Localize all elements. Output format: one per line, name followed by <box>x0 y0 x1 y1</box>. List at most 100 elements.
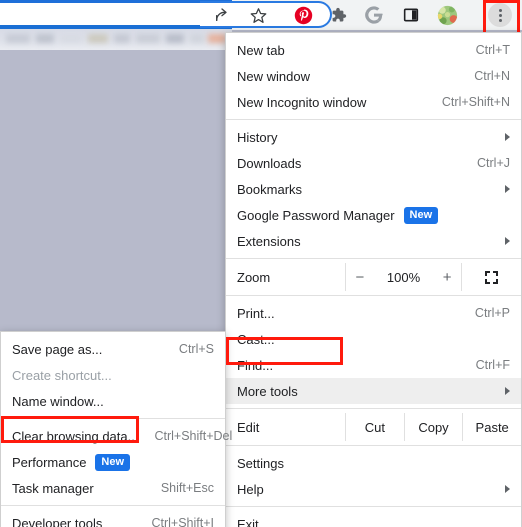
menu-item-shortcut: Ctrl+P <box>474 306 510 320</box>
menu-item-shortcut: Shift+Esc <box>160 481 214 495</box>
menu-item-label: Developer tools <box>12 515 103 527</box>
bookmark-star-icon[interactable] <box>246 3 270 27</box>
fullscreen-icon <box>485 270 498 284</box>
zoom-level-value: 100% <box>386 269 421 285</box>
zoom-controls: − 100% + <box>345 263 461 291</box>
copy-button[interactable]: Copy <box>403 413 463 441</box>
menu-item-label: Print... <box>237 305 275 321</box>
menu-item-new-tab[interactable]: New tab Ctrl+T <box>226 37 521 63</box>
menu-item-label: Performance <box>12 454 87 470</box>
menu-item-new-window[interactable]: New window Ctrl+N <box>226 63 521 89</box>
menu-item-more-tools[interactable]: More tools <box>226 378 521 404</box>
menu-item-google-password-manager[interactable]: Google Password Manager New <box>226 202 521 228</box>
new-badge: New <box>95 453 131 471</box>
menu-item-shortcut: Ctrl+Shift+N <box>441 95 510 109</box>
paste-button[interactable]: Paste <box>462 413 521 441</box>
menu-item-label: New window <box>237 68 310 84</box>
new-badge: New <box>403 206 439 224</box>
browser-toolbar <box>200 0 522 30</box>
profile-avatar-icon[interactable] <box>435 3 459 27</box>
pinterest-extension-icon[interactable] <box>291 3 315 27</box>
zoom-in-button[interactable]: + <box>440 270 454 285</box>
menu-item-downloads[interactable]: Downloads Ctrl+J <box>226 150 521 176</box>
chevron-right-icon <box>505 185 510 193</box>
menu-separator <box>226 295 521 296</box>
menu-item-exit[interactable]: Exit <box>226 511 521 527</box>
chevron-right-icon <box>505 133 510 141</box>
dot-2 <box>498 13 502 17</box>
menu-item-label: Create shortcut... <box>12 367 112 383</box>
menu-item-label: Downloads <box>237 155 302 171</box>
menu-item-label: Exit <box>237 516 259 527</box>
menu-item-label: More tools <box>237 383 298 399</box>
menu-item-label: Cast... <box>237 331 275 347</box>
extensions-puzzle-icon[interactable] <box>326 3 350 27</box>
menu-item-label: Bookmarks <box>237 181 303 197</box>
submenu-item-developer-tools[interactable]: Developer tools Ctrl+Shift+I <box>1 510 225 527</box>
menu-item-shortcut: Ctrl+F <box>475 358 510 372</box>
menu-item-edit: Edit Cut Copy Paste <box>226 413 521 441</box>
menu-item-help[interactable]: Help <box>226 476 521 502</box>
submenu-item-save-page-as[interactable]: Save page as... Ctrl+S <box>1 336 225 362</box>
menu-item-bookmarks[interactable]: Bookmarks <box>226 176 521 202</box>
chevron-right-icon <box>505 237 510 245</box>
menu-item-label: Save page as... <box>12 341 103 357</box>
google-icon[interactable] <box>362 3 386 27</box>
chrome-menu-button[interactable] <box>488 3 512 27</box>
menu-item-shortcut: Ctrl+S <box>178 342 214 356</box>
menu-item-shortcut: Ctrl+T <box>475 43 510 57</box>
cut-button[interactable]: Cut <box>345 413 404 441</box>
menu-separator <box>1 505 225 506</box>
menu-item-history[interactable]: History <box>226 124 521 150</box>
zoom-out-button[interactable]: − <box>353 270 367 285</box>
share-icon[interactable] <box>210 3 234 27</box>
menu-item-label: Find... <box>237 357 274 373</box>
menu-item-shortcut: Ctrl+N <box>474 69 510 83</box>
page-header-white <box>0 0 232 27</box>
submenu-item-name-window[interactable]: Name window... <box>1 388 225 414</box>
menu-separator <box>1 418 225 419</box>
menu-separator <box>226 408 521 409</box>
menu-item-label: History <box>237 129 278 145</box>
menu-item-print[interactable]: Print... Ctrl+P <box>226 300 521 326</box>
zoom-label: Zoom <box>237 269 271 285</box>
menu-item-label: New Incognito window <box>237 94 367 110</box>
dot-1 <box>498 8 502 12</box>
menu-item-shortcut: Ctrl+Shift+I <box>151 516 214 527</box>
submenu-item-clear-browsing-data[interactable]: Clear browsing data... Ctrl+Shift+Del <box>1 423 232 449</box>
menu-item-label: Name window... <box>12 393 104 409</box>
menu-item-zoom: Zoom − 100% + <box>226 263 521 291</box>
chevron-right-icon <box>505 485 510 493</box>
menu-item-label: Google Password Manager <box>237 207 395 223</box>
menu-separator <box>226 445 521 446</box>
menu-item-label: Clear browsing data... <box>12 428 139 444</box>
menu-item-label: Extensions <box>237 233 301 249</box>
menu-item-extensions[interactable]: Extensions <box>226 228 521 254</box>
chrome-main-menu: New tab Ctrl+T New window Ctrl+N New Inc… <box>225 32 522 527</box>
edit-label: Edit <box>237 419 260 435</box>
chevron-right-icon <box>505 387 510 395</box>
side-panel-icon[interactable] <box>399 3 423 27</box>
menu-item-label: Help <box>237 481 264 497</box>
menu-separator <box>226 119 521 120</box>
menu-item-label: Settings <box>237 455 284 471</box>
menu-item-shortcut: Ctrl+Shift+Del <box>154 429 233 443</box>
menu-separator <box>226 506 521 507</box>
submenu-item-performance[interactable]: Performance New <box>1 449 225 475</box>
menu-item-find[interactable]: Find... Ctrl+F <box>226 352 521 378</box>
menu-item-label: New tab <box>237 42 285 58</box>
menu-item-shortcut: Ctrl+J <box>477 156 510 170</box>
dot-3 <box>498 18 502 22</box>
submenu-item-task-manager[interactable]: Task manager Shift+Esc <box>1 475 225 501</box>
page-top-blue-bar <box>0 0 232 3</box>
menu-item-label: Task manager <box>12 480 94 496</box>
browser-window: New tab Ctrl+T New window Ctrl+N New Inc… <box>0 0 522 527</box>
menu-separator <box>226 258 521 259</box>
blurred-bookmarks-bar <box>0 29 232 50</box>
menu-item-new-incognito-window[interactable]: New Incognito window Ctrl+Shift+N <box>226 89 521 115</box>
menu-item-settings[interactable]: Settings <box>226 450 521 476</box>
menu-item-cast[interactable]: Cast... <box>226 326 521 352</box>
more-tools-submenu: Save page as... Ctrl+S Create shortcut..… <box>0 331 232 527</box>
submenu-item-create-shortcut[interactable]: Create shortcut... <box>1 362 225 388</box>
fullscreen-button[interactable] <box>461 263 521 291</box>
